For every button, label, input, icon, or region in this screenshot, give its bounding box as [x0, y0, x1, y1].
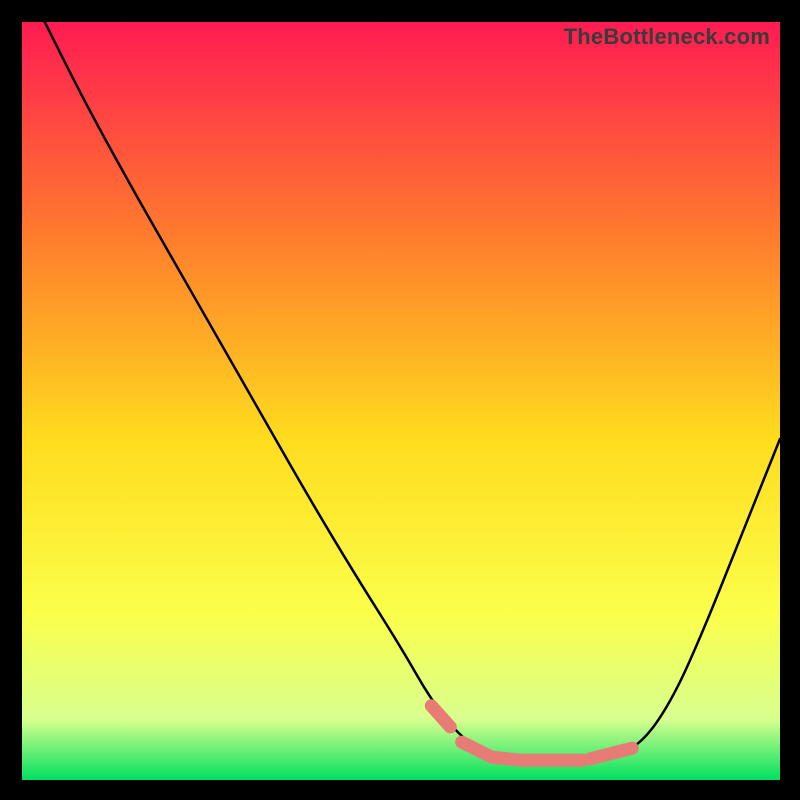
chart-svg — [22, 22, 780, 780]
watermark-text: TheBottleneck.com — [564, 24, 770, 50]
chart-plot-area: TheBottleneck.com — [22, 22, 780, 780]
chart-frame: TheBottleneck.com — [0, 0, 800, 800]
chart-background-gradient — [22, 22, 780, 780]
